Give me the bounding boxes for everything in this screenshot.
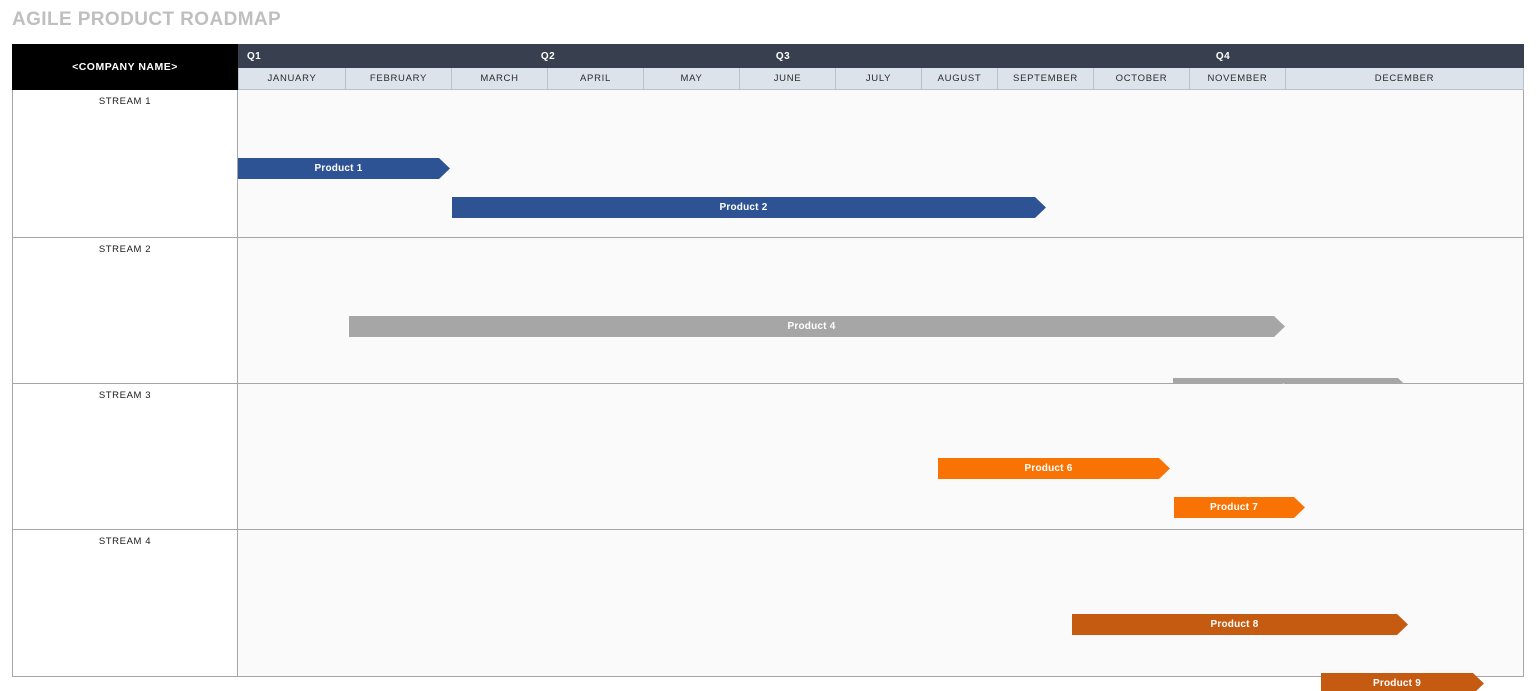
roadmap-bar[interactable]: Product 1 — [238, 158, 450, 179]
roadmap-bar[interactable]: Product 9 — [1321, 673, 1484, 691]
stream-row: STREAM 2 Product 4Product 5 — [12, 238, 1524, 384]
month-header-july: JULY — [836, 68, 922, 90]
roadmap-bar-label: Product 6 — [1024, 463, 1073, 474]
stream-track-4: Product 8 Product 9 — [238, 530, 1524, 677]
stream-track-2: Product 4Product 5 — [238, 238, 1524, 384]
roadmap-bar-label: Product 8 — [1210, 619, 1259, 630]
quarter-header-q4: Q4 — [922, 44, 1524, 68]
month-label: AUGUST — [937, 73, 982, 84]
month-header-october: OCTOBER — [1094, 68, 1190, 90]
quarter-label: Q4 — [1215, 50, 1231, 62]
month-header-april: APRIL — [548, 68, 644, 90]
month-label: JULY — [865, 73, 892, 84]
stream-track-1: Product 1Product 2Product 3 — [238, 90, 1524, 238]
roadmap-bar-label: Product 4 — [787, 321, 836, 332]
stream-label: STREAM 3 — [98, 390, 152, 401]
month-header-august: AUGUST — [922, 68, 998, 90]
month-header-february: FEBRUARY — [346, 68, 452, 90]
roadmap-bar-label: Product 1 — [314, 163, 363, 174]
month-label: JANUARY — [267, 73, 317, 84]
month-header-row: JANUARY FEBRUARY MARCH APRIL MAY JUNE JULY AUGU… — [238, 68, 1524, 90]
stream-row: STREAM 1Product 1Product 2Product 3 — [12, 90, 1524, 238]
roadmap-bar[interactable]: Product 8 — [1072, 614, 1408, 635]
roadmap-bar-label: Product 9 — [1373, 678, 1421, 689]
roadmap-page: AGILE PRODUCT ROADMAP <COMPANY NAME> Q1 Q… — [0, 0, 1540, 691]
month-header-december: DECEMBER — [1286, 68, 1524, 90]
month-header-january: JANUARY — [238, 68, 346, 90]
roadmap-bar-label: Product 7 — [1210, 502, 1258, 513]
quarter-header-q2: Q2 — [452, 44, 644, 68]
quarter-header-row: Q1 Q2 Q3 Q4 — [238, 44, 1524, 68]
page-title: AGILE PRODUCT ROADMAP — [12, 9, 282, 30]
roadmap-board: <COMPANY NAME> Q1 Q2 Q3 Q4 JANUARY FEBRUARY M… — [12, 44, 1524, 677]
quarter-header-q3: Q3 — [644, 44, 922, 68]
month-label: NOVEMBER — [1207, 73, 1268, 84]
stream-label: STREAM 1 — [98, 96, 152, 107]
stream-label-cell-1[interactable]: STREAM 1 — [12, 90, 238, 238]
stream-label-cell-3[interactable]: STREAM 3 — [12, 384, 238, 530]
month-label: MAY — [680, 73, 703, 84]
stream-label-cell-2[interactable]: STREAM 2 — [12, 238, 238, 384]
roadmap-bar[interactable]: Product 2 — [452, 197, 1046, 218]
stream-row: STREAM 3 Product 6 Product 7 — [12, 384, 1524, 530]
roadmap-bar-label: Product 2 — [719, 202, 768, 213]
month-label: OCTOBER — [1115, 73, 1168, 84]
month-label: SEPTEMBER — [1013, 73, 1078, 84]
roadmap-bar[interactable]: Product 4 — [349, 316, 1285, 337]
quarter-label: Q1 — [247, 50, 262, 62]
quarter-label: Q2 — [540, 50, 556, 62]
quarter-label: Q3 — [775, 50, 791, 62]
stream-label-cell-4[interactable]: STREAM 4 — [12, 530, 238, 677]
month-label: APRIL — [580, 73, 611, 84]
month-label: DECEMBER — [1374, 73, 1435, 84]
roadmap-bar[interactable]: Product 6 — [938, 458, 1170, 479]
company-name-label: <COMPANY NAME> — [72, 61, 178, 73]
month-header-may: MAY — [644, 68, 740, 90]
month-header-september: SEPTEMBER — [998, 68, 1094, 90]
stream-label: STREAM 4 — [98, 536, 152, 547]
month-header-march: MARCH — [452, 68, 548, 90]
month-header-november: NOVEMBER — [1190, 68, 1286, 90]
month-header-june: JUNE — [740, 68, 836, 90]
quarter-header-q1: Q1 — [238, 44, 452, 68]
month-label: JUNE — [773, 73, 802, 84]
stream-track-3: Product 6 Product 7 — [238, 384, 1524, 530]
stream-row: STREAM 4 Product 8 Product 9 — [12, 530, 1524, 677]
roadmap-bar[interactable]: Product 7 — [1174, 497, 1305, 518]
stream-label: STREAM 2 — [98, 244, 152, 255]
company-name-cell[interactable]: <COMPANY NAME> — [12, 44, 238, 90]
month-label: FEBRUARY — [369, 73, 428, 84]
month-label: MARCH — [480, 73, 519, 84]
